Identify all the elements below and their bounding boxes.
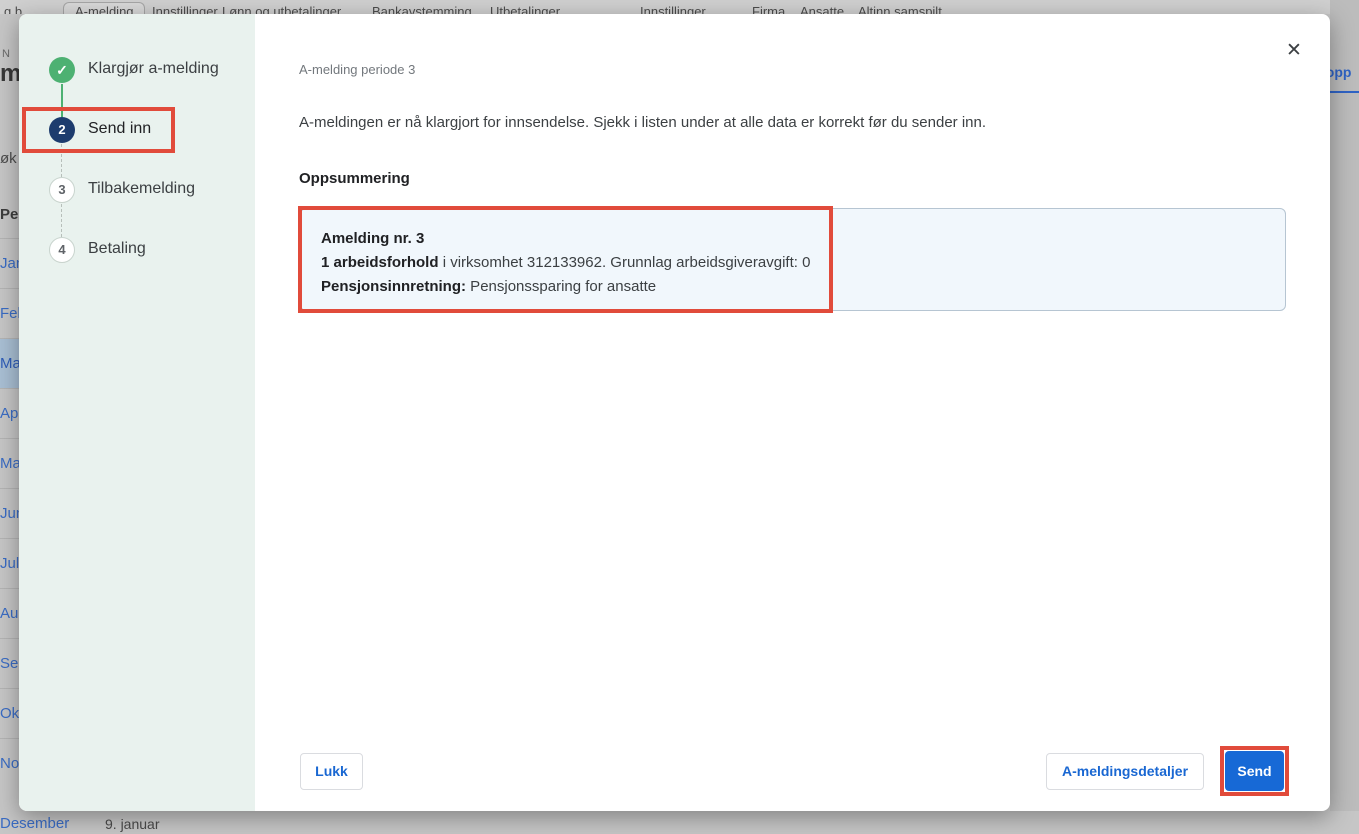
background-tab: Innstillinger	[640, 4, 706, 14]
background-tab: A-melding	[75, 4, 134, 14]
backdrop-bottom-area: Desember 9. januar	[0, 811, 1359, 834]
background-text-fragment: øk	[0, 150, 19, 167]
background-tab: Innstillinger	[152, 4, 218, 14]
step-done-check-icon: ✓	[49, 57, 75, 83]
step-label: Klargjør a-melding	[88, 60, 219, 78]
month-row: Feb	[0, 288, 20, 338]
background-tab: Firma	[752, 4, 785, 14]
background-tab: g b	[4, 4, 22, 14]
background-tab: Altinn samspilt	[858, 4, 942, 14]
month-row: Juli	[0, 538, 20, 588]
annotation-box-send-inn-step	[22, 107, 175, 153]
step-label: Tilbakemelding	[88, 180, 195, 198]
background-column-header-fragment: Peri	[0, 206, 19, 223]
month-row: Sep	[0, 638, 20, 688]
month-row: Apr	[0, 388, 20, 438]
step-label: Betaling	[88, 240, 146, 258]
dialog-period-label: A-melding periode 3	[299, 62, 415, 77]
month-row: Jan	[0, 238, 20, 288]
background-date-text: 9. januar	[105, 816, 159, 832]
step-number-badge: 4	[49, 237, 75, 263]
month-row: Mai	[0, 438, 20, 488]
dialog-intro-text: A-meldingen er nå klargjort for innsende…	[299, 114, 1299, 131]
background-tab-strip: g b A-melding Innstillinger Lønn og utbe…	[0, 0, 1359, 14]
month-row: Okt	[0, 688, 20, 738]
lukk-button[interactable]: Lukk	[300, 753, 363, 790]
background-tab: Ansatte	[800, 4, 844, 14]
month-row-selected: Mar	[0, 338, 20, 388]
background-tab: Utbetalinger	[490, 4, 560, 14]
background-heading-fragment: m	[0, 60, 19, 88]
stepper-step-klargjor: ✓ Klargjør a-melding	[19, 57, 255, 83]
month-row: Nov	[0, 738, 20, 788]
stepper-step-betaling: 4 Betaling	[19, 237, 255, 263]
step-number-badge: 3	[49, 177, 75, 203]
background-tab: Lønn og utbetalinger	[222, 4, 341, 14]
background-month-link: Desember	[0, 815, 69, 832]
month-row: Jun	[0, 488, 20, 538]
send-button[interactable]: Send	[1225, 751, 1284, 791]
close-icon[interactable]: ✕	[1281, 38, 1307, 64]
a-meldingsdetaljer-button[interactable]: A-meldingsdetaljer	[1046, 753, 1204, 790]
a-melding-send-dialog: ✓ Klargjør a-melding 2 Send inn 3 Tilbak…	[19, 14, 1330, 811]
summary-heading: Oppsummering	[299, 170, 410, 187]
annotation-box-summary	[298, 206, 833, 313]
stepper-step-tilbakemelding: 3 Tilbakemelding	[19, 177, 255, 203]
step-connector	[61, 204, 62, 237]
backdrop-right-area	[1330, 0, 1359, 834]
month-row: Aug	[0, 588, 20, 638]
background-tab: Bankavstemming	[372, 4, 472, 14]
wizard-stepper-sidebar: ✓ Klargjør a-melding 2 Send inn 3 Tilbak…	[19, 14, 255, 811]
